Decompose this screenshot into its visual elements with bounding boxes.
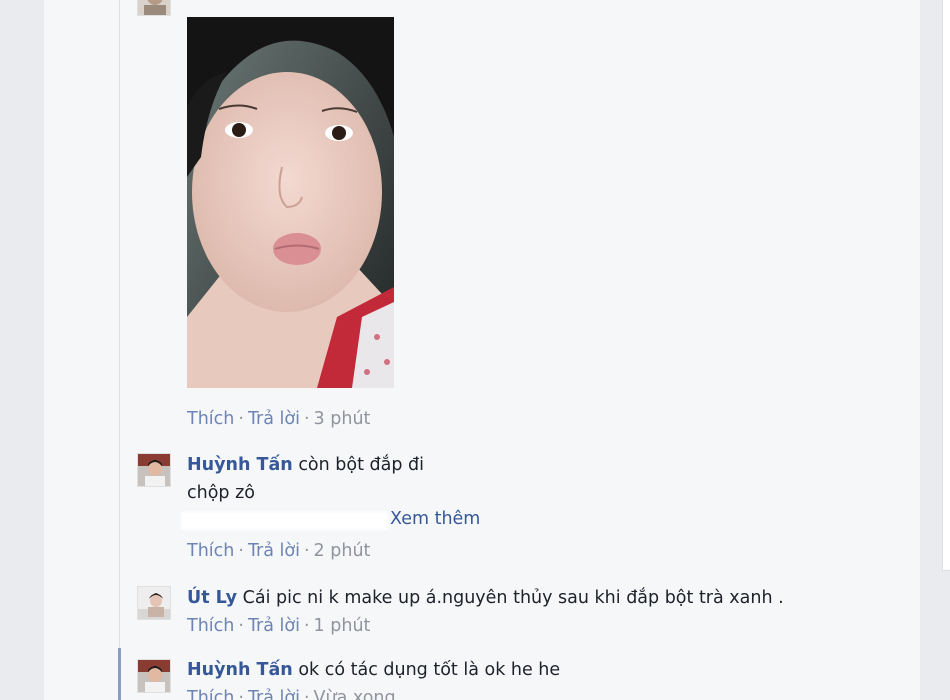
reply-button[interactable]: Trả lời bbox=[248, 616, 300, 636]
comment-author[interactable]: Huỳnh Tấn bbox=[187, 660, 293, 680]
comment-body: Huỳnh Tấn ok có tác dụng tốt là ok he he bbox=[187, 656, 560, 684]
timestamp[interactable]: 2 phút bbox=[314, 541, 371, 561]
like-button[interactable]: Thích bbox=[187, 541, 234, 561]
comment-actions: Thích · Trả lời · 1 phút bbox=[187, 616, 370, 636]
comment-actions: Thích · Trả lời · 2 phút bbox=[187, 541, 370, 561]
timestamp[interactable]: 1 phút bbox=[314, 616, 371, 636]
comment-text: ok có tác dụng tốt là ok he he bbox=[298, 660, 561, 680]
separator: · bbox=[238, 616, 244, 636]
timestamp[interactable]: Vừa xong bbox=[314, 688, 396, 700]
separator: · bbox=[238, 688, 244, 700]
comment-author[interactable]: Huỳnh Tấn bbox=[187, 455, 293, 475]
see-more-link[interactable]: Xem thêm bbox=[390, 509, 480, 529]
reply-button[interactable]: Trả lời bbox=[248, 409, 300, 429]
like-button[interactable]: Thích bbox=[187, 409, 234, 429]
comment-thread-page: Thích · Trả lời · 3 phút Huỳnh Tấn còn bột đ… bbox=[0, 0, 950, 700]
comment-text: Cái pic ni k make up á.nguyên thủy sau k… bbox=[242, 588, 784, 608]
comment-actions: Thích · Trả lời · Vừa xong bbox=[187, 688, 396, 700]
reply-button[interactable]: Trả lời bbox=[248, 688, 300, 700]
avatar[interactable] bbox=[137, 0, 171, 16]
reply-button[interactable]: Trả lời bbox=[248, 541, 300, 561]
comment-author[interactable]: Út Ly bbox=[187, 588, 237, 608]
comment-text: chộp zô bbox=[187, 483, 255, 503]
separator: · bbox=[303, 688, 310, 700]
active-reply-indicator bbox=[118, 648, 121, 700]
comment-body: Huỳnh Tấn còn bột đắp đi bbox=[187, 451, 424, 479]
reply-thread-line bbox=[119, 0, 120, 700]
timestamp[interactable]: 3 phút bbox=[314, 409, 371, 429]
comment-actions: Thích · Trả lời · 3 phút bbox=[187, 409, 370, 429]
avatar-ut-ly[interactable] bbox=[137, 586, 171, 620]
like-button[interactable]: Thích bbox=[187, 688, 234, 700]
separator: · bbox=[303, 409, 310, 429]
separator: · bbox=[303, 616, 310, 636]
comment-photo[interactable] bbox=[187, 17, 394, 388]
separator: · bbox=[303, 541, 310, 561]
left-gutter bbox=[0, 0, 44, 700]
right-card-edge bbox=[942, 0, 950, 571]
comment-text-line: chộp zô bbox=[187, 479, 255, 507]
avatar-huynh-tan[interactable] bbox=[137, 453, 171, 487]
separator: · bbox=[238, 541, 244, 561]
like-button[interactable]: Thích bbox=[187, 616, 234, 636]
avatar-huynh-tan[interactable] bbox=[137, 659, 171, 693]
comment-text: còn bột đắp đi bbox=[298, 455, 425, 475]
comment-body: Út Ly Cái pic ni k make up á.nguyên thủy… bbox=[187, 584, 784, 612]
separator: · bbox=[238, 409, 244, 429]
redacted-text bbox=[181, 512, 388, 530]
